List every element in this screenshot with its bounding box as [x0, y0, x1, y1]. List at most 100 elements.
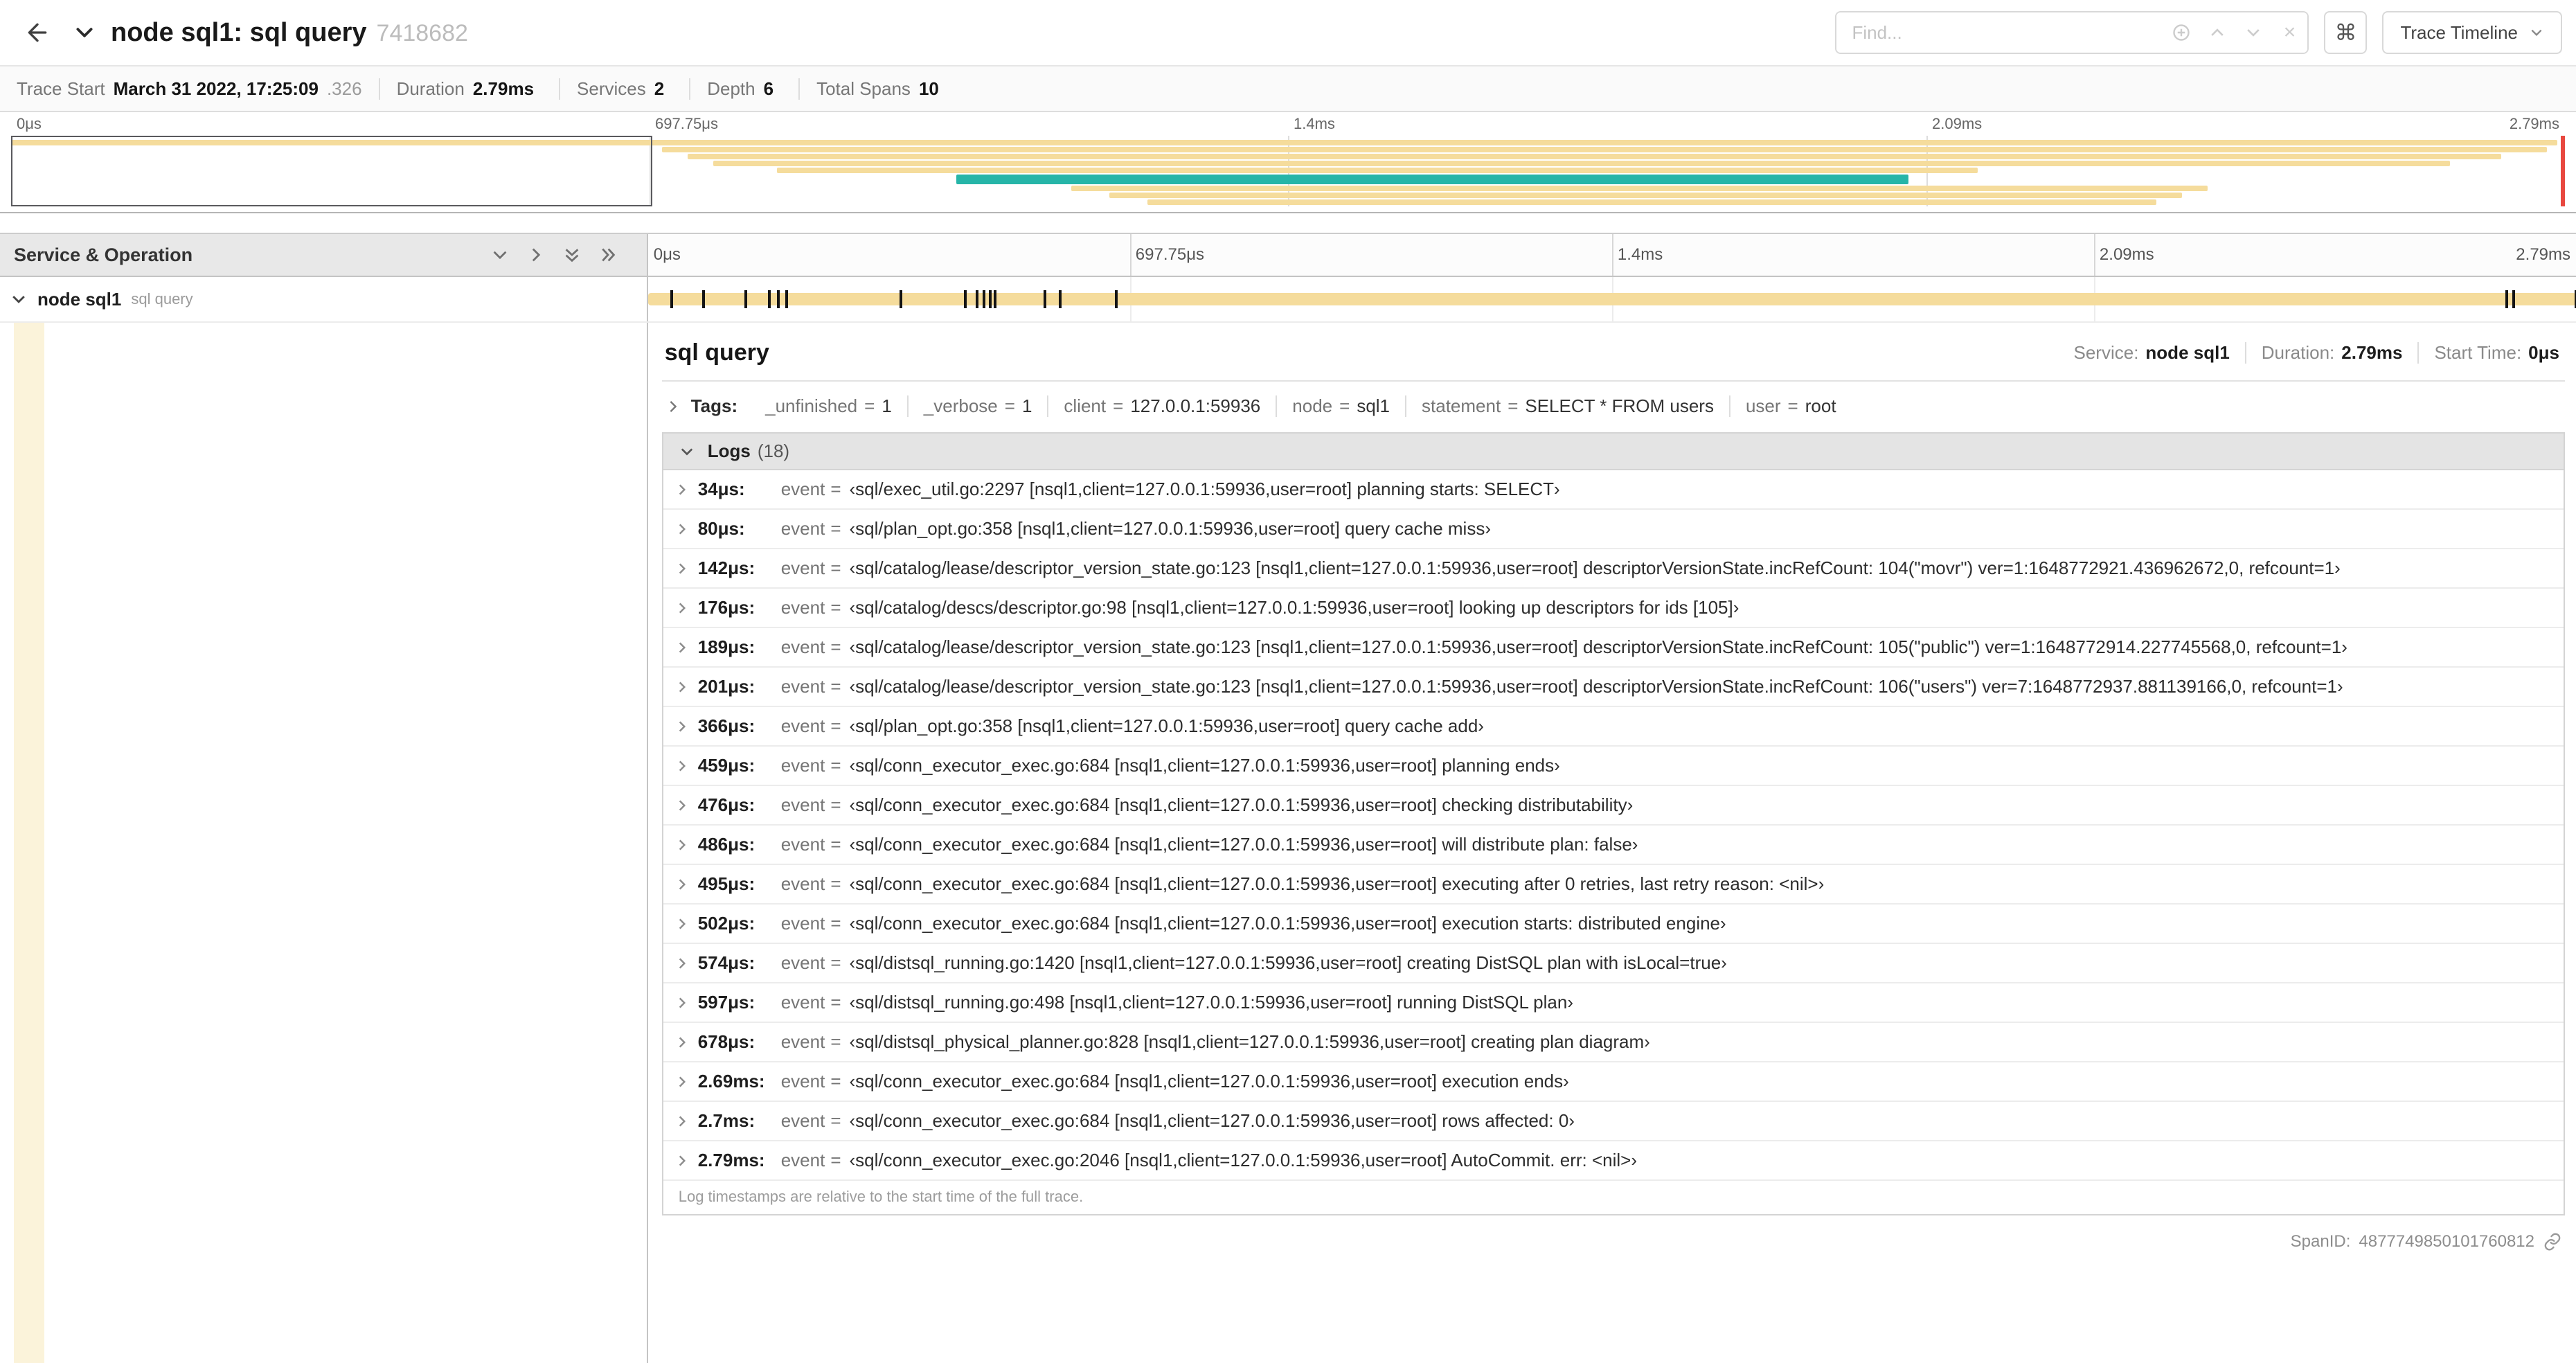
log-timestamp: 2.69ms:: [697, 1071, 765, 1092]
back-button[interactable]: [17, 12, 58, 53]
log-value: ‹sql/exec_util.go:2297 [nsql1,client=127…: [849, 479, 1560, 499]
logs-toggle[interactable]: [679, 443, 695, 460]
find-clear-button[interactable]: ×: [2271, 12, 2308, 53]
equals-sign: =: [830, 992, 841, 1013]
log-key: event: [780, 1031, 825, 1052]
trace-id: 7418682: [376, 19, 468, 46]
double-chevron-down-icon: [565, 249, 579, 262]
log-timestamp: 574μs:: [697, 952, 755, 973]
keyboard-shortcuts-button[interactable]: ⌘: [2324, 11, 2368, 54]
log-row[interactable]: 2.7ms: event = ‹sql/conn_executor_exec.g…: [663, 1102, 2564, 1141]
chevron-right-icon: [674, 956, 690, 971]
trace-collapse-toggle[interactable]: [69, 12, 100, 53]
timeline-tick-label: 2.09ms: [1932, 115, 1983, 132]
span-track[interactable]: [646, 277, 2576, 321]
log-timestamp: 80μs:: [697, 518, 745, 539]
tag-key: user: [1745, 395, 1781, 416]
tag-key: _unfinished: [765, 395, 858, 416]
equals-sign: =: [1508, 395, 1519, 416]
log-row[interactable]: 176μs: event = ‹sql/catalog/descs/descri…: [663, 589, 2564, 628]
chevron-right-icon: [532, 248, 540, 262]
log-row[interactable]: 678μs: event = ‹sql/distsql_physical_pla…: [663, 1023, 2564, 1062]
chevron-right-icon: [674, 522, 690, 537]
summary-item: Services 2: [559, 78, 689, 100]
log-key: event: [780, 794, 825, 815]
expand-one-button[interactable]: [486, 241, 514, 269]
minimap-canvas[interactable]: [11, 136, 2565, 206]
find-focus-button[interactable]: [2163, 12, 2200, 53]
summary-label: Trace Start: [17, 78, 105, 99]
detail-meta-label: Start Time:: [2434, 342, 2522, 363]
equals-sign: =: [830, 597, 841, 618]
log-value: ‹sql/conn_executor_exec.go:684 [nsql1,cl…: [849, 794, 1634, 815]
log-row[interactable]: 495μs: event = ‹sql/conn_executor_exec.g…: [663, 865, 2564, 905]
close-icon: ×: [2283, 21, 2296, 44]
collapse-all-button[interactable]: [594, 241, 622, 269]
detail-meta-item: Start Time: 0μs: [2417, 342, 2562, 364]
logs-list: 34μs: event = ‹sql/exec_util.go:2297 [ns…: [663, 470, 2564, 1181]
view-select-button[interactable]: Trace Timeline: [2382, 11, 2562, 54]
service-operation-header: Service & Operation: [0, 234, 647, 276]
chevron-right-icon: [674, 1153, 690, 1168]
log-row[interactable]: 201μs: event = ‹sql/catalog/lease/descri…: [663, 668, 2564, 707]
tags-row[interactable]: Tags: _unfinished = 1 _verbose = 1 client = 12…: [662, 382, 2565, 429]
chevron-right-icon: [670, 400, 677, 412]
equals-sign: =: [830, 676, 841, 697]
tag-item: _verbose = 1: [906, 395, 1048, 417]
log-row[interactable]: 34μs: event = ‹sql/exec_util.go:2297 [ns…: [663, 470, 2564, 510]
summary-label: Depth: [707, 78, 755, 99]
log-row[interactable]: 142μs: event = ‹sql/catalog/lease/descri…: [663, 549, 2564, 589]
equals-sign: =: [830, 873, 841, 894]
log-marker: [785, 290, 789, 308]
log-row[interactable]: 459μs: event = ‹sql/conn_executor_exec.g…: [663, 747, 2564, 786]
equals-sign: =: [830, 479, 841, 499]
view-select-label: Trace Timeline: [2400, 21, 2518, 43]
timeline-tick-label: 1.4ms: [1294, 115, 1335, 132]
tag-value: root: [1805, 395, 1836, 416]
tag-value: sql1: [1357, 395, 1390, 416]
log-value: ‹sql/conn_executor_exec.go:684 [nsql1,cl…: [849, 755, 1560, 776]
log-row[interactable]: 574μs: event = ‹sql/distsql_running.go:1…: [663, 944, 2564, 983]
logs-header[interactable]: Logs (18): [663, 434, 2564, 470]
log-key: event: [780, 873, 825, 894]
ruler-tick-label: 2.79ms: [2516, 245, 2570, 264]
detail-header[interactable]: sql query Service: node sql1 Duration: 2…: [662, 331, 2565, 380]
find-prev-button[interactable]: [2199, 12, 2236, 53]
viewport-scrubber[interactable]: [11, 136, 652, 206]
find-next-button[interactable]: [2235, 12, 2272, 53]
timeline-tick-label: 0μs: [17, 115, 42, 132]
ruler-tick-label: 2.09ms: [2099, 245, 2154, 264]
log-row[interactable]: 486μs: event = ‹sql/conn_executor_exec.g…: [663, 826, 2564, 865]
tags-toggle[interactable]: [665, 398, 681, 415]
span-row[interactable]: node sql1 sql query: [0, 277, 2576, 323]
equals-sign: =: [830, 755, 841, 776]
log-key: event: [780, 1071, 825, 1092]
detail-name-column: [0, 323, 647, 1363]
log-row[interactable]: 2.69ms: event = ‹sql/conn_executor_exec.…: [663, 1062, 2564, 1102]
find-input[interactable]: [1836, 12, 2164, 53]
log-row[interactable]: 80μs: event = ‹sql/plan_opt.go:358 [nsql…: [663, 510, 2564, 549]
log-value: ‹sql/plan_opt.go:358 [nsql1,client=127.0…: [849, 715, 1484, 736]
log-row[interactable]: 366μs: event = ‹sql/plan_opt.go:358 [nsq…: [663, 707, 2564, 747]
tag-item: statement = SELECT * FROM users: [1405, 395, 1729, 417]
log-row[interactable]: 597μs: event = ‹sql/distsql_running.go:4…: [663, 983, 2564, 1023]
log-value: ‹sql/distsql_running.go:498 [nsql1,clien…: [849, 992, 1573, 1013]
span-expand-caret[interactable]: [10, 290, 28, 308]
minimap-cursor-line[interactable]: [2561, 136, 2565, 206]
log-row[interactable]: 2.79ms: event = ‹sql/conn_executor_exec.…: [663, 1141, 2564, 1181]
log-row[interactable]: 502μs: event = ‹sql/conn_executor_exec.g…: [663, 905, 2564, 944]
log-value: ‹sql/conn_executor_exec.go:684 [nsql1,cl…: [849, 1110, 1575, 1131]
tag-key: statement: [1422, 395, 1501, 416]
tag-item: client = 127.0.0.1:59936: [1047, 395, 1276, 417]
collapse-one-button[interactable]: [522, 241, 550, 269]
log-value: ‹sql/conn_executor_exec.go:2046 [nsql1,c…: [849, 1150, 1637, 1170]
span-indent-guide: [14, 323, 44, 1363]
tag-item: _unfinished = 1: [750, 395, 907, 417]
deep-link-button[interactable]: [2543, 1232, 2562, 1251]
link-icon: [2544, 1233, 2561, 1251]
log-key: event: [780, 676, 825, 697]
log-row[interactable]: 189μs: event = ‹sql/catalog/lease/descri…: [663, 628, 2564, 668]
log-row[interactable]: 476μs: event = ‹sql/conn_executor_exec.g…: [663, 786, 2564, 826]
ruler-tick-label: 0μs: [653, 245, 681, 264]
expand-all-button[interactable]: [558, 241, 586, 269]
